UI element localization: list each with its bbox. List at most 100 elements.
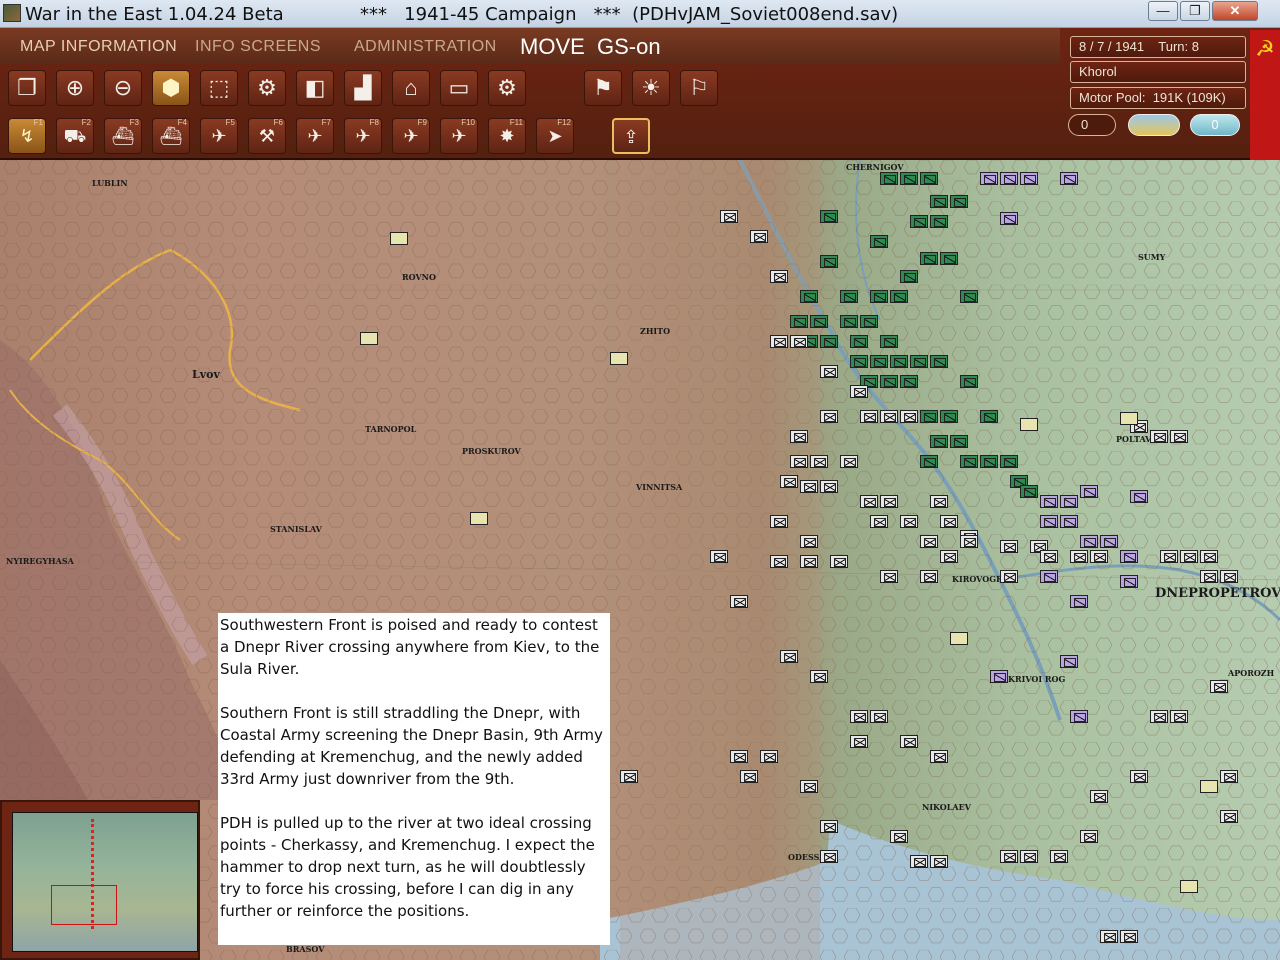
axis-unit-counter[interactable] [1070, 550, 1088, 563]
axis-unit-counter[interactable] [1220, 770, 1238, 783]
soviet-unit-counter[interactable] [870, 235, 888, 248]
base-unit-counter[interactable] [950, 632, 968, 645]
axis-unit-counter[interactable] [920, 535, 938, 548]
factory-button[interactable]: ⌂ [392, 70, 430, 106]
tab-administration[interactable]: ADMINISTRATION [354, 38, 497, 56]
soviet-unit-counter[interactable] [940, 252, 958, 265]
unit-tool-f3-button[interactable]: ⛴ F3 [104, 118, 142, 154]
tab-map-information[interactable]: MAP INFORMATION [20, 38, 177, 56]
unit-tool-f1-button[interactable]: ↯ F1 [8, 118, 46, 154]
axis-unit-counter[interactable] [800, 480, 818, 493]
axis-unit-counter[interactable] [880, 410, 898, 423]
axis-unit-counter[interactable] [1220, 570, 1238, 583]
unit-tool-f4-button[interactable]: ⛴ F4 [152, 118, 190, 154]
unit-tool-f10-button[interactable]: ✈ F10 [440, 118, 478, 154]
axis-unit-counter[interactable] [820, 365, 838, 378]
axis-unit-counter[interactable] [860, 410, 878, 423]
axis-unit-counter[interactable] [1090, 550, 1108, 563]
unit-tool-f5-button[interactable]: ✈ F5 [200, 118, 238, 154]
axis-unit-counter[interactable] [790, 335, 808, 348]
axis-unit-counter[interactable] [1000, 850, 1018, 863]
rectangle-button[interactable]: ▭ [440, 70, 478, 106]
unit-tool-f6-button[interactable]: ⚒ F6 [248, 118, 286, 154]
axis-unit-counter[interactable] [850, 710, 868, 723]
axis-unit-counter[interactable] [1100, 930, 1118, 943]
axis-unit-counter[interactable] [1040, 550, 1058, 563]
maximize-button[interactable]: ❐ [1180, 1, 1210, 21]
soviet-unit-counter[interactable] [1020, 485, 1038, 498]
axis-unit-counter[interactable] [850, 385, 868, 398]
soviet-reserve-unit-counter[interactable] [980, 172, 998, 185]
axis-unit-counter[interactable] [750, 230, 768, 243]
soviet-unit-counter[interactable] [950, 195, 968, 208]
axis-unit-counter[interactable] [960, 535, 978, 548]
soviet-unit-counter[interactable] [880, 335, 898, 348]
soviet-reserve-unit-counter[interactable] [1070, 595, 1088, 608]
soviet-reserve-unit-counter[interactable] [1080, 485, 1098, 498]
axis-unit-counter[interactable] [820, 850, 838, 863]
axis-unit-counter[interactable] [860, 495, 878, 508]
soviet-reserve-unit-counter[interactable] [1060, 495, 1078, 508]
tab-info-screens[interactable]: INFO SCREENS [195, 38, 321, 56]
soviet-unit-counter[interactable] [950, 435, 968, 448]
base-unit-counter[interactable] [390, 232, 408, 245]
axis-unit-counter[interactable] [710, 550, 728, 563]
unit-tool-f12-button[interactable]: ➤ F12 [536, 118, 574, 154]
base-unit-counter[interactable] [1200, 780, 1218, 793]
close-button[interactable]: ✕ [1212, 1, 1258, 21]
zoom-out-button[interactable]: ⊖ [104, 70, 142, 106]
soviet-unit-counter[interactable] [820, 210, 838, 223]
axis-unit-counter[interactable] [890, 830, 908, 843]
axis-unit-counter[interactable] [870, 710, 888, 723]
axis-unit-counter[interactable] [770, 270, 788, 283]
axis-unit-counter[interactable] [920, 570, 938, 583]
axis-unit-counter[interactable] [870, 515, 888, 528]
soviet-unit-counter[interactable] [850, 355, 868, 368]
soviet-unit-counter[interactable] [1000, 455, 1018, 468]
soviet-unit-counter[interactable] [860, 315, 878, 328]
axis-unit-counter[interactable] [810, 455, 828, 468]
axis-unit-counter[interactable] [1170, 430, 1188, 443]
mini-map-viewport[interactable] [51, 885, 117, 925]
end-turn-flag-button[interactable]: ⚑ [584, 70, 622, 106]
soviet-unit-counter[interactable] [920, 410, 938, 423]
soviet-unit-counter[interactable] [880, 375, 898, 388]
soviet-reserve-unit-counter[interactable] [1130, 490, 1148, 503]
soviet-unit-counter[interactable] [920, 172, 938, 185]
axis-unit-counter[interactable] [780, 650, 798, 663]
soviet-unit-counter[interactable] [880, 172, 898, 185]
axis-unit-counter[interactable] [850, 735, 868, 748]
unit-tool-f11-button[interactable]: ✸ F11 [488, 118, 526, 154]
soviet-unit-counter[interactable] [930, 355, 948, 368]
soviet-unit-counter[interactable] [810, 315, 828, 328]
axis-unit-counter[interactable] [910, 855, 928, 868]
minimize-button[interactable]: — [1148, 1, 1178, 21]
soviet-unit-counter[interactable] [920, 252, 938, 265]
axis-unit-counter[interactable] [900, 735, 918, 748]
soviet-reserve-unit-counter[interactable] [1080, 535, 1098, 548]
axis-unit-counter[interactable] [900, 410, 918, 423]
axis-unit-counter[interactable] [1200, 550, 1218, 563]
soviet-unit-counter[interactable] [930, 435, 948, 448]
axis-unit-counter[interactable] [930, 750, 948, 763]
soviet-unit-counter[interactable] [960, 290, 978, 303]
bar-chart-button[interactable]: ▟ [344, 70, 382, 106]
axis-unit-counter[interactable] [730, 595, 748, 608]
soviet-unit-counter[interactable] [870, 290, 888, 303]
hex-toggle-button[interactable]: ⬢ [152, 70, 190, 106]
soviet-unit-counter[interactable] [900, 375, 918, 388]
axis-unit-counter[interactable] [1130, 770, 1148, 783]
axis-unit-counter[interactable] [720, 210, 738, 223]
axis-unit-counter[interactable] [880, 570, 898, 583]
axis-unit-counter[interactable] [770, 515, 788, 528]
base-unit-counter[interactable] [360, 332, 378, 345]
soviet-reserve-unit-counter[interactable] [1040, 515, 1058, 528]
soviet-unit-counter[interactable] [850, 335, 868, 348]
axis-unit-counter[interactable] [760, 750, 778, 763]
base-unit-counter[interactable] [1180, 880, 1198, 893]
axis-unit-counter[interactable] [820, 480, 838, 493]
axis-unit-counter[interactable] [1000, 540, 1018, 553]
axis-unit-counter[interactable] [1000, 570, 1018, 583]
axis-unit-counter[interactable] [1200, 570, 1218, 583]
base-unit-counter[interactable] [1020, 418, 1038, 431]
